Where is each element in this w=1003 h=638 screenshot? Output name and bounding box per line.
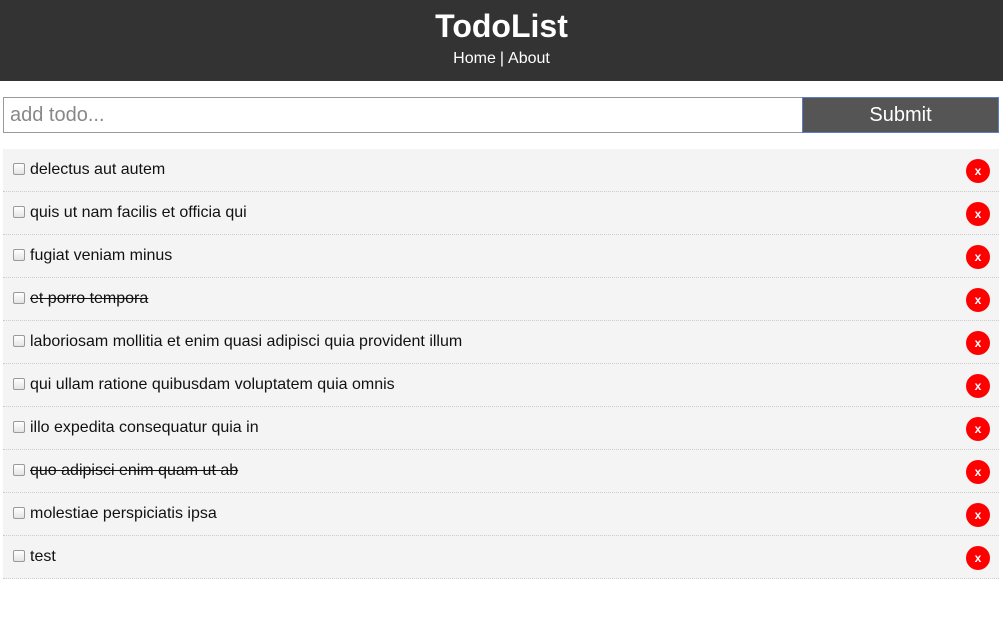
todo-checkbox[interactable] [13,464,25,476]
delete-todo-button[interactable]: x [966,417,990,441]
nav-links: Home | About [0,49,1003,69]
todo-item: quo adipisci enim quam ut ab x [3,450,999,493]
delete-todo-button[interactable]: x [966,159,990,183]
todo-title: et porro tempora [30,290,149,307]
delete-todo-button[interactable]: x [966,288,990,312]
todo-checkbox[interactable] [13,292,25,304]
todo-checkbox[interactable] [13,249,25,261]
todo-list: delectus aut autem x quis ut nam facilis… [3,149,999,579]
delete-todo-button[interactable]: x [966,546,990,570]
todo-item: molestiae perspiciatis ipsa x [3,493,999,536]
todo-title: illo expedita consequatur quia in [30,419,259,436]
delete-todo-button[interactable]: x [966,202,990,226]
todo-title: delectus aut autem [30,161,166,178]
todo-item: quis ut nam facilis et officia qui x [3,192,999,235]
app-title: TodoList [435,8,568,44]
submit-button[interactable]: Submit [802,97,999,133]
delete-todo-button[interactable]: x [966,245,990,269]
todo-title: qui ullam ratione quibusdam voluptatem q… [30,376,395,393]
todo-title: quo adipisci enim quam ut ab [30,462,239,479]
todo-item: delectus aut autem x [3,149,999,192]
app-header: TodoList Home | About [0,0,1003,81]
todo-title: molestiae perspiciatis ipsa [30,505,217,522]
todo-item: test x [3,536,999,579]
todo-item: qui ullam ratione quibusdam voluptatem q… [3,364,999,407]
todo-checkbox[interactable] [13,421,25,433]
todo-title: fugiat veniam minus [30,247,173,264]
delete-todo-button[interactable]: x [966,374,990,398]
todo-checkbox[interactable] [13,335,25,347]
add-todo-input[interactable] [3,97,802,133]
todo-checkbox[interactable] [13,163,25,175]
nav-separator: | [499,50,505,67]
todo-checkbox[interactable] [13,507,25,519]
delete-todo-button[interactable]: x [966,503,990,527]
todo-checkbox[interactable] [13,550,25,562]
todo-item: et porro tempora x [3,278,999,321]
todo-item: laboriosam mollitia et enim quasi adipis… [3,321,999,364]
todo-title: laboriosam mollitia et enim quasi adipis… [30,333,463,350]
todo-checkbox[interactable] [13,206,25,218]
todo-item: illo expedita consequatur quia in x [3,407,999,450]
nav-about-link[interactable]: About [508,50,550,67]
nav-home-link[interactable]: Home [453,50,496,67]
delete-todo-button[interactable]: x [966,460,990,484]
todo-title: quis ut nam facilis et officia qui [30,204,247,221]
todo-checkbox[interactable] [13,378,25,390]
todo-item: fugiat veniam minus x [3,235,999,278]
delete-todo-button[interactable]: x [966,331,990,355]
add-todo-form: Submit [3,97,999,133]
todo-title: test [30,548,56,565]
